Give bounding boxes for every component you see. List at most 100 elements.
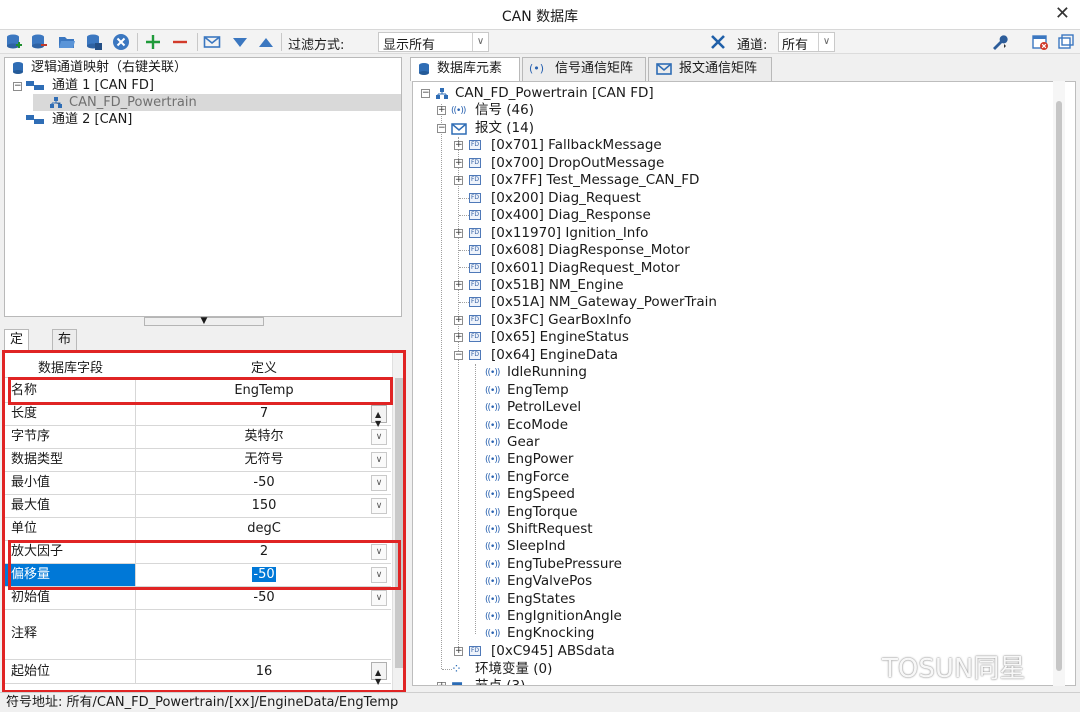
tree-guide <box>459 198 469 199</box>
collapse-toggle[interactable]: − <box>421 89 430 98</box>
tab-message-matrix[interactable]: 报文通信矩阵 <box>648 57 772 81</box>
field-value[interactable]: -50 <box>137 587 391 609</box>
database-icon <box>419 63 429 75</box>
clear-filter-icon[interactable] <box>709 33 727 51</box>
signal-icon: ((•)) <box>485 542 500 552</box>
grid-row-name[interactable]: 名称 EngTemp <box>5 380 391 403</box>
collapse-toggle[interactable]: − <box>13 82 22 91</box>
field-label: 最小值 <box>5 472 136 494</box>
signal-icon: ((•)) <box>485 577 500 587</box>
spinner-control[interactable] <box>371 404 387 435</box>
expand-toggle[interactable]: + <box>454 159 463 168</box>
field-value[interactable]: 7 <box>137 403 391 425</box>
tree-item-channel1-database[interactable]: CAN_FD_Powertrain <box>33 94 401 111</box>
field-value-editor[interactable]: -50 <box>137 564 391 586</box>
expand-toggle[interactable]: + <box>437 106 446 115</box>
grid-row-offset[interactable]: 偏移量 -50 ∨ <box>5 564 391 587</box>
database-icon <box>13 62 23 74</box>
field-value[interactable]: 150 <box>137 495 391 517</box>
expand-toggle[interactable]: + <box>454 281 463 290</box>
grid-row-min[interactable]: 最小值 -50 ∨ <box>5 472 391 495</box>
envelope-icon[interactable] <box>203 33 221 51</box>
field-value[interactable]: EngTemp <box>137 380 391 402</box>
field-value[interactable]: 英特尔 <box>137 426 391 448</box>
tab-database-elements[interactable]: 数据库元素 <box>410 57 520 81</box>
grid-row-max[interactable]: 最大值 150 ∨ <box>5 495 391 518</box>
envelope-icon <box>451 123 467 135</box>
channel-mapping-panel: 逻辑通道映射（右键关联） − 通道 1 [CAN FD] CAN_FD_Powe… <box>4 57 402 317</box>
chevron-down-icon[interactable]: ∨ <box>371 429 387 445</box>
field-value[interactable]: -50 <box>252 567 276 582</box>
field-value[interactable]: degC <box>137 518 391 540</box>
field-label: 单位 <box>5 518 136 540</box>
close-circle-icon[interactable] <box>112 33 130 51</box>
spinner-control[interactable] <box>371 661 387 691</box>
grid-row-factor[interactable]: 放大因子 2 ∨ <box>5 541 391 564</box>
channel-select[interactable]: 所有 ∨ <box>778 32 835 53</box>
envelope-icon <box>656 63 672 75</box>
filter-select[interactable]: 显示所有 ∨ <box>378 32 489 53</box>
grid-row-byte-order[interactable]: 字节序 英特尔 ∨ <box>5 426 391 449</box>
grid-row-data-type[interactable]: 数据类型 无符号 ∨ <box>5 449 391 472</box>
toolbar: 过滤方式: 显示所有 ∨ 通道: 所有 ∨ <box>0 30 1080 54</box>
can-fd-frame-icon: FD <box>469 140 481 150</box>
tab-layout[interactable]: 布局 <box>52 329 78 367</box>
splitter-handle[interactable]: ▼ <box>144 317 264 326</box>
chevron-down-icon[interactable]: ∨ <box>371 590 387 606</box>
field-value[interactable]: 无符号 <box>137 449 391 471</box>
status-bar: 符号地址: 所有/CAN_FD_Powertrain/[xx]/EngineDa… <box>0 692 1080 712</box>
field-value[interactable]: 16 <box>137 660 391 683</box>
plus-icon[interactable] <box>144 33 162 51</box>
can-fd-frame-icon: FD <box>469 350 481 360</box>
scrollbar-thumb[interactable] <box>395 378 403 668</box>
grid-row-comment[interactable]: 注释 <box>5 610 391 660</box>
expand-toggle[interactable]: + <box>437 682 446 685</box>
channel-value: 所有 <box>782 38 809 53</box>
arrow-up-icon[interactable] <box>257 33 275 51</box>
grid-row-unit[interactable]: 单位 degC <box>5 518 391 541</box>
signal-icon: ((•)) <box>485 612 500 622</box>
expand-toggle[interactable]: + <box>454 176 463 185</box>
scrollbar-thumb[interactable] <box>1056 101 1062 671</box>
chevron-down-icon[interactable]: ∨ <box>371 544 387 560</box>
wrench-icon[interactable] <box>990 33 1008 51</box>
field-label: 起始位 <box>5 660 136 683</box>
folder-open-icon[interactable] <box>58 33 76 51</box>
window-restore-icon[interactable] <box>1057 33 1075 51</box>
field-label: 最大值 <box>5 495 136 517</box>
expand-toggle[interactable]: + <box>454 647 463 656</box>
filter-label: 过滤方式: <box>288 38 345 53</box>
expand-toggle[interactable]: + <box>454 229 463 238</box>
expand-toggle[interactable]: + <box>454 333 463 342</box>
database-add-icon[interactable] <box>5 33 23 51</box>
grid-row-initial[interactable]: 初始值 -50 ∨ <box>5 587 391 610</box>
field-value[interactable] <box>137 610 391 659</box>
arrow-down-icon[interactable] <box>231 33 249 51</box>
grid-row-length[interactable]: 长度 7 <box>5 403 391 435</box>
collapse-toggle[interactable]: − <box>454 351 463 360</box>
network-icon <box>50 97 62 108</box>
chevron-down-icon[interactable]: ∨ <box>371 498 387 514</box>
collapse-toggle[interactable]: − <box>437 124 446 133</box>
tree-scrollbar[interactable] <box>1053 81 1065 686</box>
database-remove-icon[interactable] <box>30 33 48 51</box>
field-value[interactable]: 2 <box>137 541 391 563</box>
tab-definition[interactable]: 定义 <box>4 329 30 367</box>
window-close-icon[interactable] <box>1031 33 1049 51</box>
chevron-down-icon[interactable]: ∨ <box>371 567 387 583</box>
field-value[interactable]: -50 <box>137 472 391 494</box>
grid-scrollbar[interactable] <box>392 352 403 691</box>
toolbar-separator <box>197 33 198 51</box>
expand-toggle[interactable]: + <box>454 141 463 150</box>
database-save-icon[interactable] <box>85 33 103 51</box>
watermark: TOSUN同星 <box>838 648 1068 684</box>
signal-icon: ((•)) <box>485 490 500 500</box>
tab-signal-matrix[interactable]: (•) 信号通信矩阵 <box>522 57 646 81</box>
grid-row-start-bit[interactable]: 起始位 16 <box>5 660 391 691</box>
minus-icon[interactable] <box>171 33 189 51</box>
signal-icon: ((•)) <box>485 386 500 396</box>
chevron-down-icon[interactable]: ∨ <box>371 452 387 468</box>
chevron-down-icon[interactable]: ∨ <box>371 475 387 491</box>
expand-toggle[interactable]: + <box>454 316 463 325</box>
close-icon[interactable]: ✕ <box>1055 3 1070 24</box>
